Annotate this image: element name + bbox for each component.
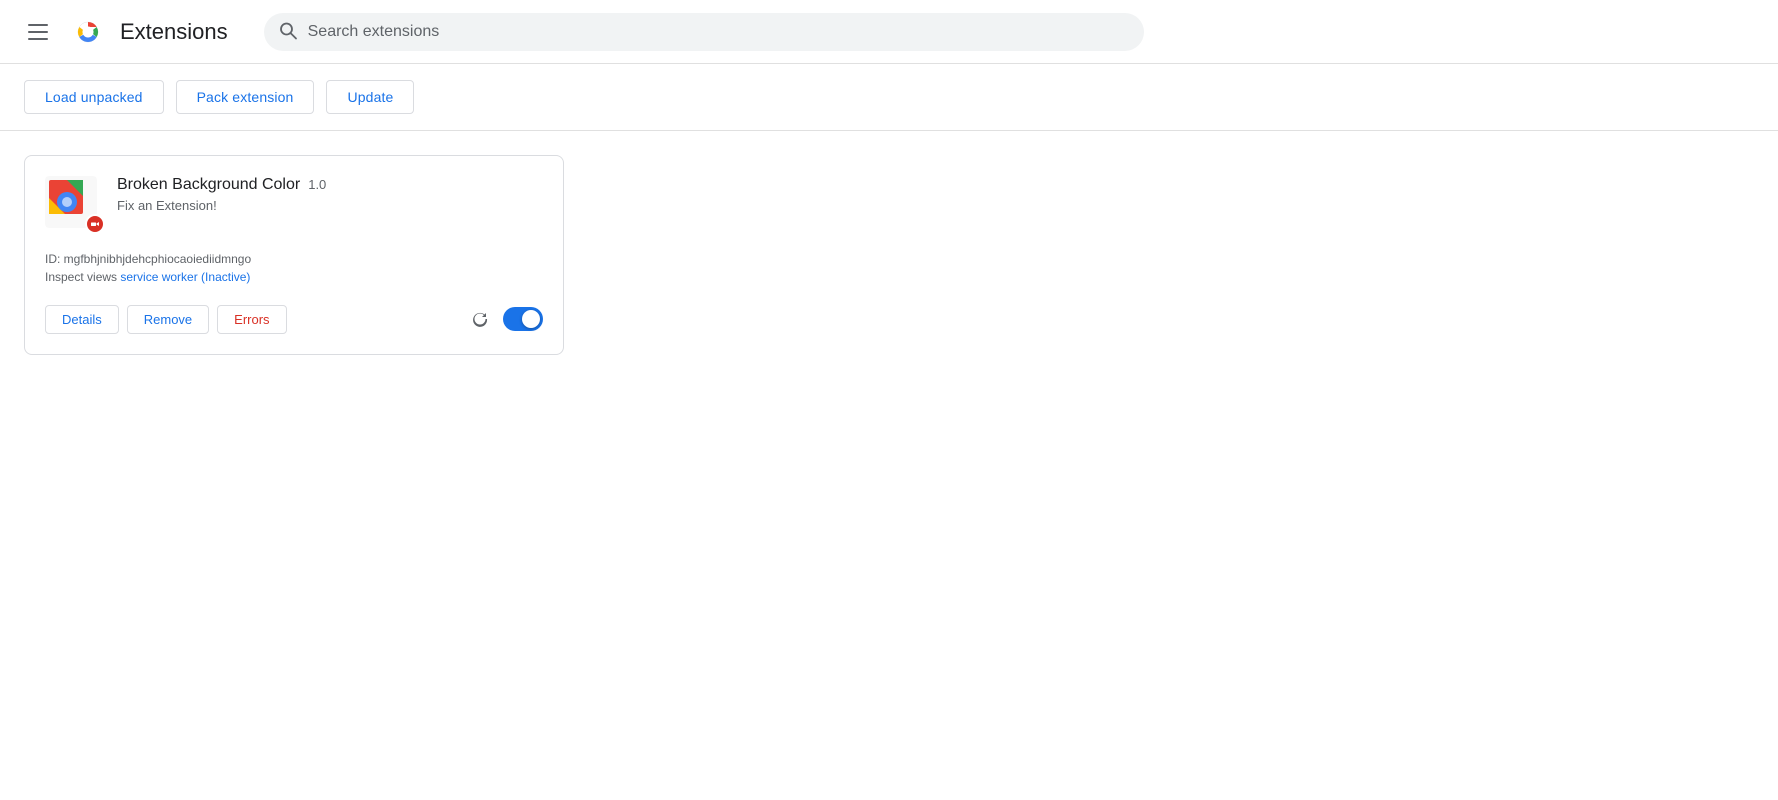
toolbar: Load unpacked Pack extension Update [0, 64, 1778, 131]
enable-toggle[interactable] [503, 307, 543, 331]
menu-button[interactable] [20, 16, 56, 48]
card-meta: ID: mgfbhjnibhjdehcphiocaoiediidmngo Ins… [45, 252, 543, 284]
inspect-views: Inspect views service worker (Inactive) [45, 270, 543, 284]
remove-button[interactable]: Remove [127, 305, 209, 334]
extension-id: ID: mgfbhjnibhjdehcphiocaoiediidmngo [45, 252, 543, 266]
search-container [264, 13, 1144, 51]
error-badge-icon [85, 214, 105, 234]
header: Extensions [0, 0, 1778, 64]
errors-button[interactable]: Errors [217, 305, 286, 334]
chrome-logo-icon [72, 16, 104, 48]
card-header: Broken Background Color 1.0 Fix an Exten… [45, 176, 543, 232]
extension-icon-wrap [45, 176, 101, 232]
service-worker-link[interactable]: service worker (Inactive) [120, 270, 250, 284]
pack-extension-button[interactable]: Pack extension [176, 80, 315, 114]
extension-version: 1.0 [308, 177, 326, 192]
reload-icon [471, 310, 489, 328]
extension-description: Fix an Extension! [117, 198, 543, 213]
reload-button[interactable] [465, 304, 495, 334]
main-content: Broken Background Color 1.0 Fix an Exten… [0, 131, 1778, 379]
inspect-label: Inspect views [45, 270, 117, 284]
card-info: Broken Background Color 1.0 Fix an Exten… [117, 176, 543, 217]
load-unpacked-button[interactable]: Load unpacked [24, 80, 164, 114]
extension-name: Broken Background Color [117, 176, 300, 194]
extension-card: Broken Background Color 1.0 Fix an Exten… [24, 155, 564, 355]
search-icon [278, 20, 298, 43]
toggle-slider [503, 307, 543, 331]
card-footer: Details Remove Errors [45, 304, 543, 334]
ext-name-row: Broken Background Color 1.0 [117, 176, 543, 194]
search-input[interactable] [264, 13, 1144, 51]
details-button[interactable]: Details [45, 305, 119, 334]
page-title: Extensions [120, 19, 228, 45]
update-button[interactable]: Update [326, 80, 414, 114]
